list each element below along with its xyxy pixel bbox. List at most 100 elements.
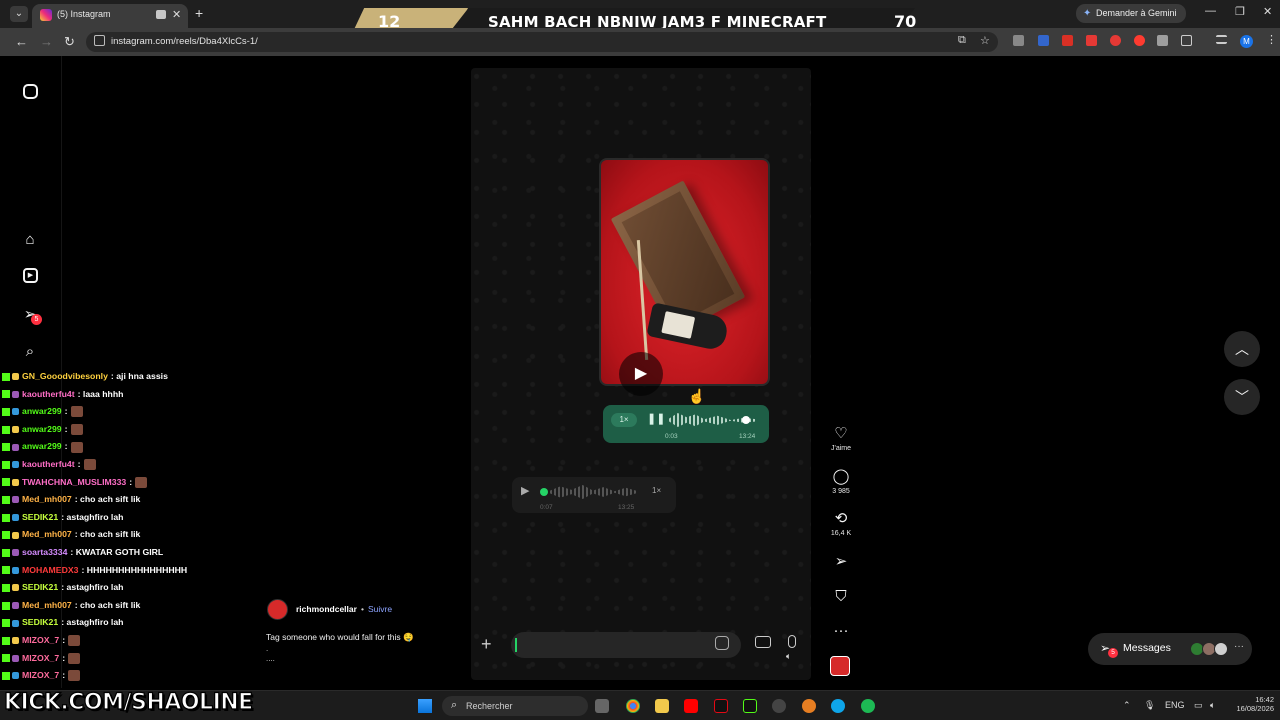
language-indicator[interactable]: ENG [1165, 700, 1185, 710]
emote-image [83, 459, 96, 471]
microphone-icon[interactable]: 🎙︎ [1144, 700, 1155, 711]
caption-line-2: . [266, 644, 269, 653]
taskbar-search[interactable]: ⌕ Rechercher [442, 696, 588, 716]
extension-icon-7[interactable] [1157, 35, 1168, 46]
search-icon[interactable]: ⌕ [21, 343, 39, 361]
instagram-icon[interactable] [23, 84, 38, 99]
chat-username[interactable]: soarta3334 [22, 544, 67, 562]
extension-icon-6[interactable] [1134, 35, 1145, 46]
tab-title: (5) Instagram [57, 9, 111, 19]
chat-username[interactable]: anwar299 [22, 438, 62, 456]
ask-gemini-button[interactable]: ✦ Demander à Gemini [1076, 4, 1186, 23]
extension-icon-4[interactable] [1086, 35, 1097, 46]
follow-link[interactable]: Suivre [368, 604, 392, 614]
app-icon[interactable] [802, 699, 816, 713]
like-button[interactable]: ♡ J'aime [826, 425, 856, 452]
next-reel-button[interactable]: ﹀ [1224, 379, 1260, 415]
volume-icon[interactable]: 🔈︎ [786, 651, 791, 662]
chat-username[interactable]: GN_Gooodvibesonly [22, 368, 108, 386]
voice-speed-badge[interactable]: 1× [611, 413, 637, 427]
reading-list-icon[interactable] [1216, 35, 1227, 44]
install-app-icon[interactable]: ⧉ [958, 34, 966, 47]
voice-note-received[interactable]: ▶ 1× 0:07 13:25 [512, 477, 676, 513]
network-icon[interactable]: ▭ [1194, 700, 1203, 711]
save-button[interactable]: ⛉ [826, 588, 856, 606]
chat-username[interactable]: anwar299 [22, 421, 62, 439]
bookmark-star-icon[interactable]: ☆ [980, 34, 990, 47]
repost-button[interactable]: ⟲ 16,4 K [826, 510, 856, 537]
poster-username[interactable]: richmondcellar [296, 604, 357, 614]
voice-elapsed: 0:03 [665, 433, 678, 440]
extension-icon-2[interactable] [1038, 35, 1049, 46]
app-icon[interactable] [743, 699, 757, 713]
browser-tab-instagram[interactable]: (5) Instagram ✕ [32, 4, 188, 28]
chat-username[interactable]: SEDIK21 [22, 509, 58, 527]
share-button[interactable]: ➢ [826, 553, 856, 571]
extensions-puzzle-icon[interactable] [1181, 35, 1192, 46]
tray-overflow-icon[interactable]: ⌃ [1123, 700, 1131, 711]
previous-reel-button[interactable]: ︿ [1224, 331, 1260, 367]
app-icon[interactable] [772, 699, 786, 713]
url-text[interactable]: instagram.com/reels/Dba4XlcCs-1/ [111, 36, 258, 47]
chat-username[interactable]: kaoutherfu4t [22, 456, 75, 474]
caption-line-3[interactable]: .... [266, 654, 275, 663]
new-tab-button[interactable]: + [195, 5, 203, 21]
comment-button[interactable]: ◯ 3 985 [826, 468, 856, 495]
chat-input-mock: + [471, 628, 811, 664]
chat-username[interactable]: SEDIK21 [22, 614, 58, 632]
task-view-icon[interactable] [595, 699, 609, 713]
chat-username[interactable]: SEDIK21 [22, 579, 58, 597]
voice-speed-badge[interactable]: 1× [652, 486, 661, 495]
voice-progress-knob[interactable] [742, 416, 750, 424]
chat-username[interactable]: Med_mh007 [22, 526, 72, 544]
home-icon[interactable]: ⌂ [21, 231, 39, 249]
reload-icon[interactable]: ↻ [64, 34, 75, 50]
youtube-icon[interactable] [684, 699, 698, 713]
play-icon[interactable]: ▶ [619, 352, 663, 396]
poster-avatar[interactable] [267, 599, 288, 620]
chat-username[interactable]: anwar299 [22, 403, 62, 421]
volume-icon[interactable]: 🔈︎ [1210, 700, 1215, 711]
chrome-icon[interactable] [626, 699, 640, 713]
chat-username[interactable]: Med_mh007 [22, 597, 72, 615]
voice-progress-dot[interactable] [540, 488, 548, 496]
chat-username[interactable]: MOHAMEDX3 [22, 562, 78, 580]
tab-media-icon[interactable] [156, 10, 166, 19]
chat-username[interactable]: MIZOX_7 [22, 650, 59, 668]
address-bar[interactable]: instagram.com/reels/Dba4XlcCs-1/ ⧉ ☆ [86, 32, 998, 52]
back-arrow-icon[interactable]: ← [15, 34, 28, 49]
minimize-window-icon[interactable]: — [1205, 5, 1216, 17]
chat-message: anwar299: [2, 403, 262, 421]
file-explorer-icon[interactable] [655, 699, 669, 713]
extension-icon-3[interactable] [1062, 35, 1073, 46]
netflix-icon[interactable] [714, 699, 728, 713]
clock[interactable]: 16:42 16/08/2026 [1226, 695, 1274, 713]
voice-note-sent[interactable]: 1× ❚❚ 0:03 13:24 [603, 405, 769, 443]
messages-button[interactable]: ➢ 5 Messages ··· [1088, 633, 1252, 665]
profile-avatar[interactable]: M [1240, 35, 1253, 48]
reels-icon[interactable]: ▶ [23, 268, 38, 283]
chat-username[interactable]: kaoutherfu4t [22, 386, 75, 404]
windows-start-icon[interactable] [418, 699, 432, 713]
play-icon[interactable]: ▶ [521, 484, 529, 497]
chat-username[interactable]: MIZOX_7 [22, 667, 59, 685]
chat-username[interactable]: TWAHCHNA_MUSLIM333 [22, 474, 126, 492]
chat-username[interactable]: Med_mh007 [22, 491, 72, 509]
adblock-extension-icon[interactable] [1110, 35, 1121, 46]
tab-search-button[interactable]: ⌄ [10, 6, 28, 22]
close-window-icon[interactable]: ✕ [1263, 5, 1272, 18]
spotify-icon[interactable] [861, 699, 875, 713]
browser-menu-icon[interactable]: ⋮ [1266, 35, 1277, 46]
restore-window-icon[interactable]: ❐ [1235, 5, 1245, 18]
voice-waveform[interactable] [550, 485, 636, 499]
edge-icon[interactable] [831, 699, 845, 713]
extension-icon-1[interactable] [1013, 35, 1024, 46]
audio-avatar[interactable] [830, 656, 850, 676]
chat-text: : KWATAR GOTH GIRL [70, 546, 164, 557]
chat-username[interactable]: MIZOX_7 [22, 632, 59, 650]
more-options-button[interactable]: ··· [826, 622, 856, 640]
forward-arrow-icon[interactable]: → [40, 34, 53, 49]
tab-close-icon[interactable]: ✕ [172, 8, 181, 21]
site-info-icon[interactable] [94, 35, 105, 46]
pause-icon[interactable]: ❚❚ [647, 412, 665, 425]
